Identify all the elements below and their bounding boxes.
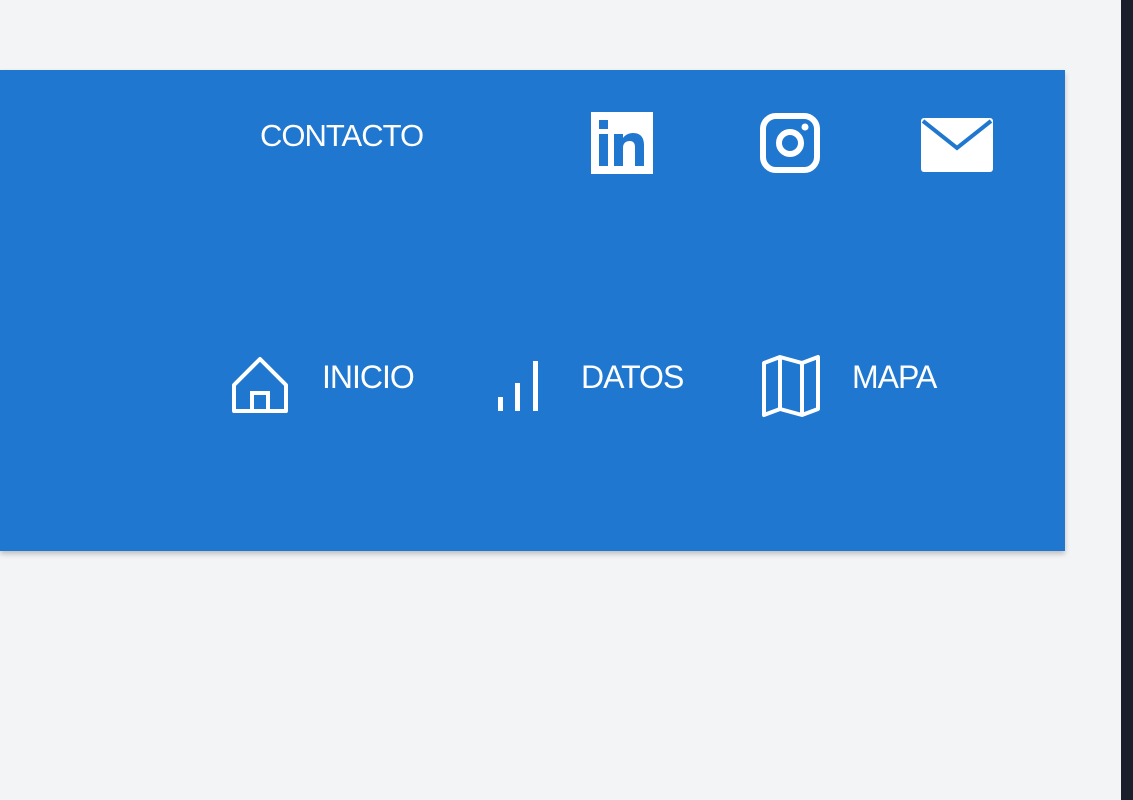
window-edge <box>1121 0 1133 800</box>
linkedin-icon <box>591 112 653 174</box>
page: CONTACTO INICIO DATOS MAPA <box>0 0 1133 800</box>
mail-icon <box>921 118 993 172</box>
main-nav: INICIO DATOS MAPA <box>0 355 1065 435</box>
nav-item-label: INICIO <box>322 359 415 395</box>
bar-chart-icon <box>498 361 538 411</box>
linkedin-link[interactable] <box>591 112 653 174</box>
nav-item-datos[interactable]: DATOS <box>495 355 725 435</box>
mail-link[interactable] <box>921 118 993 172</box>
nav-item-inicio[interactable]: INICIO <box>228 355 458 435</box>
nav-item-label: DATOS <box>581 359 684 395</box>
nav-item-label: MAPA <box>852 359 937 395</box>
nav-item-mapa[interactable]: MAPA <box>758 355 978 435</box>
site-header: CONTACTO INICIO DATOS MAPA <box>0 70 1065 551</box>
instagram-icon <box>760 113 820 173</box>
contact-link[interactable]: CONTACTO <box>260 118 424 154</box>
home-icon <box>232 357 288 413</box>
instagram-link[interactable] <box>759 112 821 174</box>
map-icon <box>762 355 820 417</box>
top-bar: CONTACTO <box>0 108 1065 174</box>
